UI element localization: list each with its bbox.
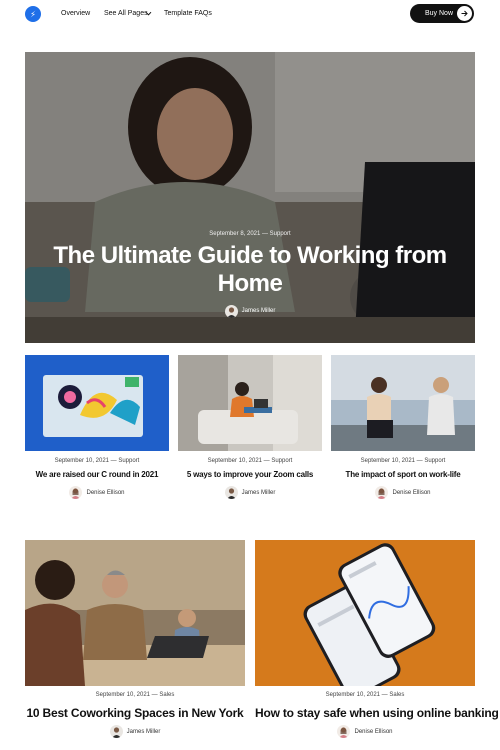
post-author[interactable]: Denise Ellison [255, 725, 475, 738]
nav-link-template-faqs[interactable]: Template FAQs [164, 9, 212, 19]
post-image[interactable] [255, 540, 475, 686]
author-name: James Miller [241, 489, 276, 496]
hero-image [25, 52, 475, 343]
avatar [224, 304, 238, 318]
post-image[interactable] [178, 355, 322, 451]
buy-now-button[interactable]: Buy Now [410, 4, 474, 23]
avatar [69, 486, 83, 499]
author-name: James Miller [126, 728, 161, 735]
avatar [375, 486, 389, 499]
post-author[interactable]: Denise Ellison [331, 486, 475, 499]
post-author[interactable]: Denise Ellison [25, 486, 169, 499]
post-image[interactable] [331, 355, 475, 451]
post-meta: September 10, 2021 — Sales [95, 692, 175, 698]
post-title[interactable]: 10 Best Coworking Spaces in New York [25, 706, 245, 720]
arrow-right-icon [457, 6, 472, 21]
post-author[interactable]: James Miller [25, 725, 245, 738]
author-name: Denise Ellison [392, 489, 431, 496]
avatar [109, 725, 123, 738]
post-meta: September 10, 2021 — Support [360, 458, 446, 464]
s-logo-icon[interactable] [25, 6, 41, 22]
nav-link-see-all-pages[interactable]: See All Pages [104, 9, 148, 19]
post-meta: September 10, 2021 — Support [207, 458, 293, 464]
post-meta: September 10, 2021 — Sales [325, 692, 405, 698]
post-title[interactable]: We are raised our C round in 2021 [25, 470, 169, 480]
avatar [337, 725, 351, 738]
post-title[interactable]: How to stay safe when using online banki… [255, 706, 499, 720]
post-title[interactable]: 5 ways to improve your Zoom calls [178, 470, 322, 480]
post-meta: September 10, 2021 — Support [54, 458, 140, 464]
author-name: Denise Ellison [354, 728, 393, 735]
hero-title[interactable]: The Ultimate Guide to Working from Home [45, 242, 455, 298]
hero-meta: September 8, 2021 — Support [209, 231, 291, 237]
author-name: James Miller [241, 308, 276, 314]
hero-author[interactable]: James Miller [25, 304, 475, 318]
post-image[interactable] [25, 355, 169, 451]
hero-post[interactable]: September 8, 2021 — Support The Ultimate… [25, 52, 475, 343]
top-navigation: Overview See All Pages Template FAQs Buy… [0, 0, 500, 28]
chevron-down-icon[interactable] [145, 10, 152, 17]
post-image[interactable] [25, 540, 245, 686]
author-name: Denise Ellison [86, 489, 125, 496]
post-author[interactable]: James Miller [178, 486, 322, 499]
nav-link-overview[interactable]: Overview [61, 9, 90, 19]
avatar [224, 486, 238, 499]
post-title[interactable]: The impact of sport on work-life [331, 470, 475, 480]
buy-now-label: Buy Now [425, 10, 454, 17]
